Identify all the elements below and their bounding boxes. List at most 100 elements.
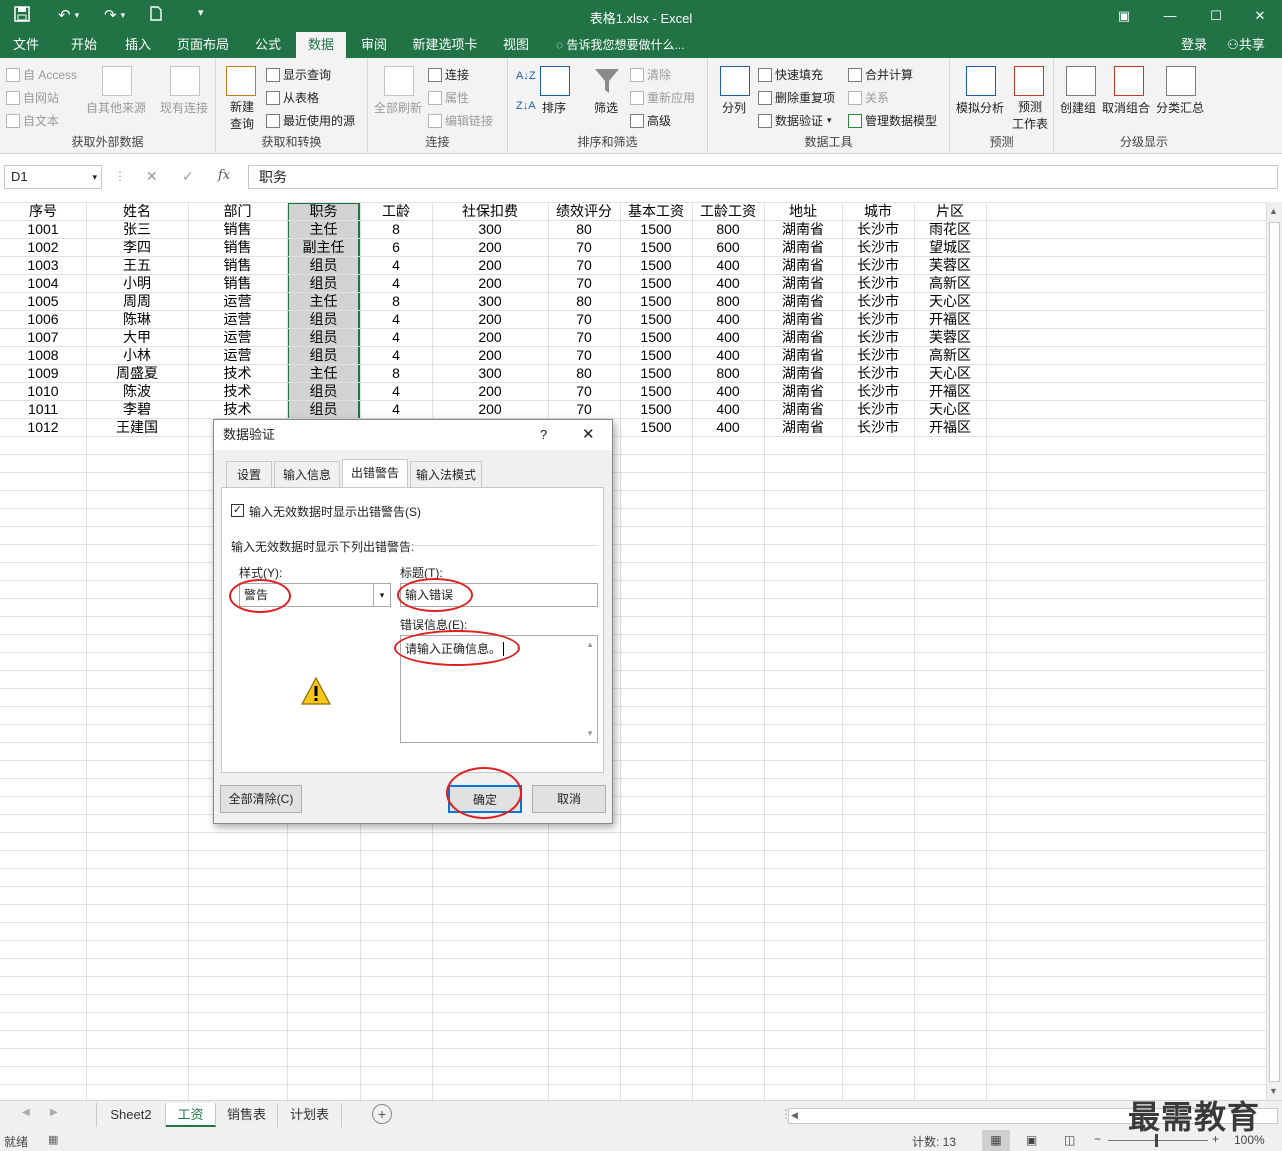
table-cell[interactable]: 主任: [287, 292, 360, 310]
table-cell[interactable]: 湖南省: [764, 328, 842, 346]
table-cell[interactable]: 长沙市: [842, 238, 914, 256]
table-cell[interactable]: 300: [432, 364, 548, 382]
table-cell[interactable]: 1011: [0, 400, 86, 418]
table-cell[interactable]: 长沙市: [842, 292, 914, 310]
dialog-tab-settings[interactable]: 设置: [226, 461, 272, 487]
table-cell[interactable]: 雨花区: [914, 220, 986, 238]
table-cell[interactable]: 长沙市: [842, 256, 914, 274]
table-cell[interactable]: 1012: [0, 418, 86, 436]
table-cell[interactable]: 天心区: [914, 400, 986, 418]
table-cell[interactable]: 1500: [620, 238, 692, 256]
table-cell[interactable]: 4: [360, 346, 432, 364]
from-web-button[interactable]: 自网站: [6, 89, 59, 106]
table-cell[interactable]: 技术: [188, 400, 287, 418]
dialog-close-icon[interactable]: ✕: [582, 420, 595, 450]
other-sources-button[interactable]: 自其他来源: [86, 99, 146, 116]
table-cell[interactable]: 80: [548, 220, 620, 238]
remove-duplicates-button[interactable]: 删除重复项: [758, 89, 835, 106]
table-cell[interactable]: 1500: [620, 346, 692, 364]
table-cell[interactable]: 运营: [188, 346, 287, 364]
table-cell[interactable]: 1003: [0, 256, 86, 274]
table-cell[interactable]: 销售: [188, 274, 287, 292]
filter-button[interactable]: 筛选: [594, 99, 618, 116]
table-cell[interactable]: 主任: [287, 364, 360, 382]
ungroup-button[interactable]: 取消组合: [1102, 99, 1150, 116]
table-cell[interactable]: 1500: [620, 364, 692, 382]
minimize-icon[interactable]: —: [1158, 4, 1182, 28]
table-cell[interactable]: 1500: [620, 274, 692, 292]
advanced-filter-button[interactable]: 高级: [630, 112, 671, 129]
table-cell[interactable]: 大甲: [86, 328, 188, 346]
page-layout-view-icon[interactable]: ▣: [1026, 1133, 1037, 1147]
sheet-tab-sheet2[interactable]: Sheet2: [96, 1103, 166, 1127]
table-cell[interactable]: 200: [432, 256, 548, 274]
table-cell[interactable]: 开福区: [914, 382, 986, 400]
macro-record-icon[interactable]: ▦: [48, 1133, 58, 1146]
table-cell[interactable]: 湖南省: [764, 220, 842, 238]
table-cell[interactable]: 1500: [620, 256, 692, 274]
dialog-tab-ime-mode[interactable]: 输入法模式: [410, 461, 482, 487]
table-cell[interactable]: 周盛夏: [86, 364, 188, 382]
sheet-tab-sales[interactable]: 销售表: [216, 1103, 278, 1127]
table-cell[interactable]: 长沙市: [842, 400, 914, 418]
table-cell[interactable]: 销售: [188, 256, 287, 274]
prev-sheet-icon[interactable]: ◀: [22, 1107, 30, 1118]
table-cell[interactable]: 1500: [620, 400, 692, 418]
table-cell[interactable]: 800: [692, 364, 764, 382]
table-cell[interactable]: 1500: [620, 418, 692, 436]
table-cell[interactable]: 70: [548, 256, 620, 274]
page-break-view-icon[interactable]: ◫: [1064, 1133, 1075, 1147]
table-cell[interactable]: 1010: [0, 382, 86, 400]
manage-data-model-button[interactable]: 管理数据模型: [848, 112, 937, 129]
show-alert-label[interactable]: 输入无效数据时显示出错警告(S): [249, 503, 421, 520]
table-cell[interactable]: 70: [548, 310, 620, 328]
reapply-button[interactable]: 重新应用: [630, 89, 695, 106]
normal-view-icon[interactable]: ▦: [982, 1130, 1010, 1151]
sort-button[interactable]: 排序: [542, 99, 566, 116]
table-cell[interactable]: 湖南省: [764, 310, 842, 328]
dialog-tab-input-message[interactable]: 输入信息: [274, 461, 340, 487]
table-cell[interactable]: 芙蓉区: [914, 256, 986, 274]
table-cell[interactable]: 李碧: [86, 400, 188, 418]
from-access-button[interactable]: 自 Access: [6, 66, 77, 83]
maximize-icon[interactable]: ☐: [1204, 4, 1228, 28]
tab-insert[interactable]: 插入: [116, 32, 160, 58]
sort-asc-icon[interactable]: A↓Z: [516, 70, 536, 82]
table-cell[interactable]: 湖南省: [764, 346, 842, 364]
table-cell[interactable]: 1008: [0, 346, 86, 364]
scroll-up-icon[interactable]: ▲: [1269, 206, 1278, 216]
table-cell[interactable]: 1500: [620, 310, 692, 328]
table-cell[interactable]: 70: [548, 346, 620, 364]
tab-home[interactable]: 开始: [62, 32, 106, 58]
table-cell[interactable]: 望城区: [914, 238, 986, 256]
table-cell[interactable]: 组员: [287, 256, 360, 274]
table-cell[interactable]: 湖南省: [764, 292, 842, 310]
table-cell[interactable]: 长沙市: [842, 220, 914, 238]
show-alert-checkbox[interactable]: ✓: [231, 504, 244, 517]
clear-filter-button[interactable]: 清除: [630, 66, 671, 83]
table-cell[interactable]: 400: [692, 274, 764, 292]
table-cell[interactable]: 1005: [0, 292, 86, 310]
table-cell[interactable]: 组员: [287, 274, 360, 292]
table-cell[interactable]: 运营: [188, 328, 287, 346]
properties-button[interactable]: 属性: [428, 89, 469, 106]
sheet-tab-plan[interactable]: 计划表: [278, 1103, 342, 1127]
table-cell[interactable]: 小明: [86, 274, 188, 292]
edit-links-button[interactable]: 编辑链接: [428, 112, 493, 129]
table-cell[interactable]: 天心区: [914, 364, 986, 382]
recent-sources-button[interactable]: 最近使用的源: [266, 112, 355, 129]
refresh-all-button[interactable]: 全部刷新: [374, 99, 422, 116]
table-cell[interactable]: 副主任: [287, 238, 360, 256]
table-cell[interactable]: 1001: [0, 220, 86, 238]
text-to-columns-button[interactable]: 分列: [722, 99, 746, 116]
table-cell[interactable]: 湖南省: [764, 382, 842, 400]
table-cell[interactable]: 湖南省: [764, 364, 842, 382]
table-cell[interactable]: 8: [360, 220, 432, 238]
new-query-button[interactable]: 新建 查询: [226, 98, 258, 132]
table-cell[interactable]: 400: [692, 328, 764, 346]
table-cell[interactable]: 400: [692, 382, 764, 400]
table-cell[interactable]: 600: [692, 238, 764, 256]
table-cell[interactable]: 运营: [188, 292, 287, 310]
table-cell[interactable]: 800: [692, 292, 764, 310]
data-validation-button[interactable]: 数据验证 ▾: [758, 112, 832, 129]
